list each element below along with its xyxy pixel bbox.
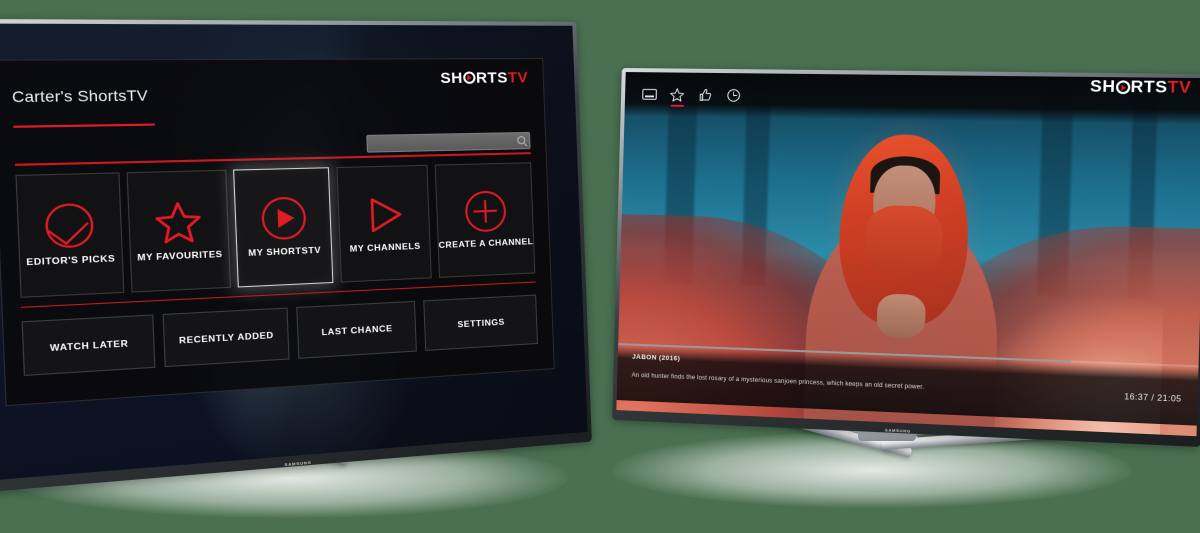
tile-label: CREATE A CHANNEL [438,235,534,250]
recently-added-button[interactable]: RECENTLY ADDED [162,307,290,368]
tile-my-favourites[interactable]: MY FAVOURITES [126,169,231,293]
tile-editors-picks[interactable]: EDITOR'S PICKS [15,171,124,298]
logo-text-tv: TV [1167,78,1192,97]
search-input[interactable] [365,131,531,153]
panel-header: Carter's ShortsTV SH RTS TV [0,59,546,164]
profile-title-underline [13,123,156,129]
playback-time-display: 16:37 / 21:05 [1124,391,1182,404]
tile-label: MY CHANNELS [349,240,421,254]
play-circle-icon [260,196,307,241]
logo-text-sh: SH [1089,77,1116,96]
star-active-underline [670,105,684,107]
left-television: Carter's ShortsTV SH RTS TV EDITOR'S PIC… [0,18,592,494]
tile-label: MY SHORTSTV [248,244,322,258]
secondary-button-row: WATCH LATER RECENTLY ADDED LAST CHANCE S… [21,294,539,377]
play-triangle-icon [362,193,406,236]
watch-later-button[interactable]: WATCH LATER [21,314,156,377]
star-icon[interactable] [669,88,685,107]
plus-circle-icon [464,190,507,233]
tile-my-channels[interactable]: MY CHANNELS [335,164,433,283]
left-tv-screen[interactable]: Carter's ShortsTV SH RTS TV EDITOR'S PIC… [0,23,588,483]
figure-praying-hands [876,293,927,339]
last-chance-button[interactable]: LAST CHANCE [295,301,418,360]
right-tv-bezel: SH RTS TV JABON (2016) An old hunter fin… [612,67,1200,448]
right-television: SH RTS TV JABON (2016) An old hunter fin… [612,67,1200,448]
right-tv-floor-shadow [612,432,1132,508]
logo-play-in-o-icon [1115,80,1131,95]
logo-play-in-o-icon [462,71,476,85]
logo-text-sh: SH [440,69,464,87]
logo-text-rts: RTS [1130,78,1168,97]
tile-create-a-channel[interactable]: CREATE A CHANNEL [434,161,536,278]
tile-my-shortstv[interactable]: MY SHORTSTV [233,166,334,288]
main-tile-row: EDITOR'S PICKS MY FAVOURITES MY SHORTSTV [15,161,536,298]
shortstv-logo: SH RTS TV [1090,78,1192,98]
shortstv-home-panel: Carter's ShortsTV SH RTS TV EDITOR'S PIC… [0,58,555,407]
check-circle-icon [44,202,95,249]
clock-icon[interactable] [726,88,742,105]
profile-title: Carter's ShortsTV [11,86,149,106]
logo-text-rts: RTS [475,68,509,87]
player-top-bar: SH RTS TV [624,72,1200,125]
figure-face-veil [864,204,943,275]
logo-text-tv: TV [507,68,529,87]
search-icon [517,136,526,145]
star-icon [155,199,203,244]
scene-root: Carter's ShortsTV SH RTS TV EDITOR'S PIC… [0,0,1200,533]
tile-label: MY FAVOURITES [136,248,223,263]
shortstv-logo: SH RTS TV [440,69,528,87]
thumbs-up-icon[interactable] [697,88,713,105]
now-playing-title: JABON (2016) [631,353,681,363]
left-tv-bezel: Carter's ShortsTV SH RTS TV EDITOR'S PIC… [0,18,592,494]
settings-button[interactable]: SETTINGS [422,294,539,352]
subtitles-icon[interactable] [641,87,656,104]
now-playing-description: An old hunter finds the lost rosary of a… [631,372,925,391]
right-tv-screen[interactable]: SH RTS TV JABON (2016) An old hunter fin… [616,72,1200,437]
tile-label: EDITOR'S PICKS [26,252,116,268]
player-toolbar [641,87,742,107]
